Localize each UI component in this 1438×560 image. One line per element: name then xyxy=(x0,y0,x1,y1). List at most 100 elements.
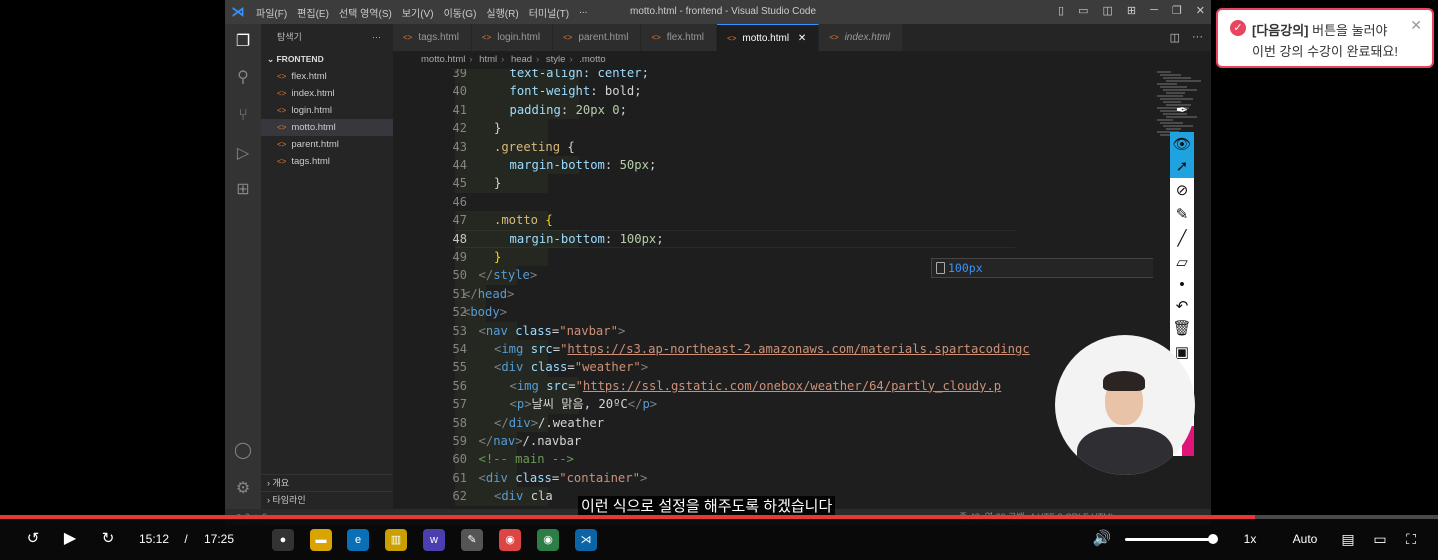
code-line[interactable]: 39 text-align: center; xyxy=(393,69,1153,83)
breadcrumb-item[interactable]: html xyxy=(479,54,497,65)
menu-run[interactable]: 실행(R) xyxy=(481,5,523,20)
code-line[interactable]: 54 <img src="https://s3.ap-northeast-2.am… xyxy=(393,340,1153,359)
code-token: p xyxy=(642,397,650,412)
code-token: " xyxy=(575,378,583,393)
more-actions-icon[interactable]: ··· xyxy=(1192,31,1203,44)
rewind-10-icon[interactable]: ↺ xyxy=(22,528,44,550)
layout-grid-icon[interactable]: ⊞ xyxy=(1127,4,1136,17)
code-line[interactable]: 45} xyxy=(393,174,1153,193)
line-number: 45 xyxy=(452,176,467,191)
eye-icon[interactable]: 👁 xyxy=(1170,134,1194,156)
layout-sidebar-icon[interactable]: ▯ xyxy=(1058,4,1064,17)
restore-icon[interactable]: ❐ xyxy=(1172,4,1182,17)
account-icon[interactable]: ◯ xyxy=(233,441,253,461)
tab-motto[interactable]: <> motto.html ✕ xyxy=(717,24,820,51)
volume-slider[interactable] xyxy=(1125,534,1218,544)
dot-size-icon[interactable]: • xyxy=(1170,274,1194,296)
run-debug-icon[interactable]: ▷ xyxy=(233,144,253,164)
line-number: 53 xyxy=(452,323,467,338)
code-token: ; xyxy=(634,84,642,99)
extensions-icon[interactable]: ⊞ xyxy=(233,180,253,200)
play-icon[interactable]: ▶ xyxy=(60,528,80,550)
highlighter-icon[interactable]: ✎ xyxy=(1170,204,1194,226)
code-token: { xyxy=(560,139,575,154)
pen-icon[interactable]: ╱ xyxy=(1170,228,1194,250)
tab-index[interactable]: <> index.html xyxy=(819,24,904,51)
tab-flex[interactable]: <> flex.html xyxy=(641,24,718,51)
more-actions-icon[interactable]: ··· xyxy=(372,24,381,50)
file-item[interactable]: <> tags.html xyxy=(261,153,393,170)
search-icon[interactable]: ⚲ xyxy=(233,68,253,88)
menu-file[interactable]: 파일(F) xyxy=(251,5,292,20)
menu-view[interactable]: 보기(V) xyxy=(397,5,439,20)
layout-panel-icon[interactable]: ▭ xyxy=(1078,4,1088,17)
code-line[interactable]: 42} xyxy=(393,119,1153,138)
hide-pen-icon[interactable]: ⊘ xyxy=(1170,180,1194,202)
fullscreen-icon[interactable]: ⛶ xyxy=(1401,528,1421,550)
menu-go[interactable]: 이동(G) xyxy=(439,5,482,20)
tab-close-icon[interactable]: ✕ xyxy=(798,33,806,44)
volume-knob[interactable] xyxy=(1208,534,1218,544)
code-line[interactable]: 59 </nav>/.navbar xyxy=(393,432,1153,451)
pen-nib-icon[interactable]: ✒ xyxy=(1170,100,1194,122)
code-text: .motto { xyxy=(494,211,553,229)
menu-edit[interactable]: 편집(E) xyxy=(292,5,334,20)
explorer-icon[interactable]: ❐ xyxy=(233,32,253,52)
video-player: ⋊ 파일(F) 편집(E) 선택 영역(S) 보기(V) 이동(G) 실행(R)… xyxy=(0,0,1438,560)
file-item[interactable]: <> login.html xyxy=(261,102,393,119)
code-line[interactable]: 40 font-weight: bold; xyxy=(393,82,1153,101)
breadcrumb-item[interactable]: style xyxy=(546,54,566,65)
undo-icon[interactable]: ↶ xyxy=(1170,296,1194,318)
code-line[interactable]: 60 <!-- main --> xyxy=(393,450,1153,469)
code-line[interactable]: 57 <p>날씨 맑음, 20ºC</p> xyxy=(393,395,1153,414)
source-control-icon[interactable]: ⑂ xyxy=(233,106,253,126)
code-token: 날씨 맑음, 20ºC xyxy=(531,397,628,412)
code-line[interactable]: 44 margin-bottom: 50px; xyxy=(393,156,1153,175)
code-line[interactable]: 43 .greeting { xyxy=(393,137,1153,156)
eraser-icon[interactable]: ▱ xyxy=(1170,252,1194,274)
trash-icon[interactable]: 🗑 xyxy=(1170,318,1194,340)
code-line[interactable]: 48 margin-bottom: 100px; xyxy=(393,229,1153,248)
menu-terminal[interactable]: 터미널(T) xyxy=(524,5,574,20)
toast-close-icon[interactable]: ✕ xyxy=(1410,17,1422,34)
code-line[interactable]: 58 </div>/.weather xyxy=(393,413,1153,432)
close-icon[interactable]: ✕ xyxy=(1196,4,1205,17)
tab-login[interactable]: <> login.html xyxy=(471,24,554,51)
breadcrumb-item[interactable]: head xyxy=(511,54,532,65)
theater-mode-icon[interactable]: ▭ xyxy=(1370,528,1390,550)
code-editor[interactable]: 39 text-align: center; 40 font-weight: bold… xyxy=(393,69,1153,509)
code-line[interactable]: 47 .motto { xyxy=(393,211,1153,230)
tab-parent[interactable]: <> parent.html xyxy=(553,24,642,51)
code-line[interactable]: 53 <nav class="navbar"> xyxy=(393,321,1153,340)
code-line[interactable]: 46 xyxy=(393,193,1153,211)
minimize-icon[interactable]: ─ xyxy=(1150,4,1158,17)
cursor-arrow-icon[interactable]: ➚ xyxy=(1170,156,1194,178)
file-item-selected[interactable]: <> motto.html xyxy=(261,119,393,136)
split-editor-icon[interactable]: ◫ xyxy=(1170,31,1180,44)
forward-10-icon[interactable]: ↻ xyxy=(97,528,119,550)
file-item[interactable]: <> parent.html xyxy=(261,136,393,153)
volume-icon[interactable]: 🔊 xyxy=(1092,528,1112,550)
outline-section[interactable]: › 개요 xyxy=(261,474,393,491)
project-folder[interactable]: ⌄ FRONTEND xyxy=(261,50,393,68)
menu-more[interactable]: ... xyxy=(574,5,592,20)
code-line[interactable]: 52 <body> xyxy=(393,303,1153,322)
layout-split-icon[interactable]: ◫ xyxy=(1102,4,1112,17)
tab-tags[interactable]: <> tags.html xyxy=(393,24,472,51)
speed-button[interactable]: 1x xyxy=(1238,528,1262,550)
code-token: ; xyxy=(648,158,657,172)
code-line[interactable]: 41 padding: 20px 0; xyxy=(393,100,1153,120)
settings-gear-icon[interactable]: ⚙ xyxy=(233,479,253,499)
code-line[interactable]: 55 <div class="weather"> xyxy=(393,358,1153,377)
file-item[interactable]: <> index.html xyxy=(261,85,393,102)
captions-icon[interactable]: ▤ xyxy=(1338,528,1358,550)
code-line[interactable]: 56 <img src="https://ssl.gstatic.com/oneb… xyxy=(393,376,1153,396)
file-item[interactable]: <> flex.html xyxy=(261,68,393,85)
breadcrumb-item[interactable]: .motto xyxy=(579,54,605,65)
timeline-section[interactable]: › 타임라인 xyxy=(261,491,393,508)
menu-selection[interactable]: 선택 영역(S) xyxy=(334,5,397,20)
breadcrumb-item[interactable]: motto.html xyxy=(421,54,465,65)
quality-button[interactable]: Auto xyxy=(1288,528,1322,550)
code-line[interactable]: 51 </head> xyxy=(393,284,1153,304)
code-line[interactable]: 61 <div class="container"> xyxy=(393,468,1153,488)
